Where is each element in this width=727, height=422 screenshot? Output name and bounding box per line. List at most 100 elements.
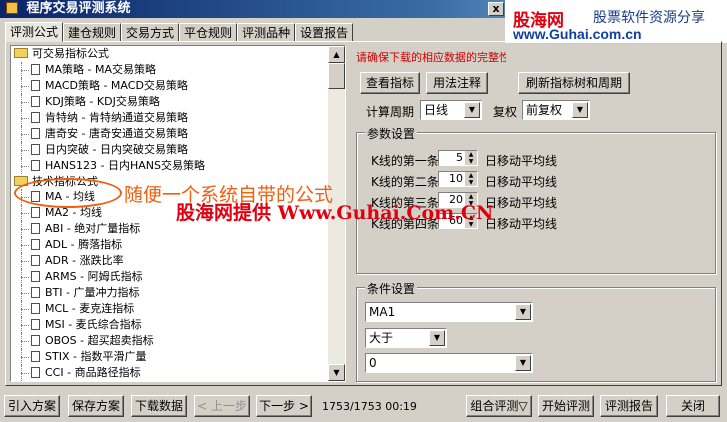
- tree-item-label: KDJ策略 - KDJ交易策略: [45, 94, 160, 108]
- tab-close-rules[interactable]: 平仓规则: [179, 23, 238, 42]
- formula-icon: [31, 366, 40, 378]
- chevron-down-icon: ▼: [515, 355, 531, 371]
- tab-trade-mode[interactable]: 交易方式: [121, 23, 180, 42]
- tree-item[interactable]: 唐奇安 - 唐奇安通道交易策略: [11, 125, 329, 142]
- condition-title: 条件设置: [365, 280, 418, 297]
- chevron-down-icon: ▼: [464, 102, 480, 118]
- tree-item[interactable]: OBOS - 超买超卖指标: [11, 332, 329, 349]
- condition-indicator-value: MA1: [369, 305, 396, 319]
- import-scheme-button[interactable]: 引入方案: [4, 395, 60, 417]
- scroll-up-button[interactable]: ▲: [328, 46, 345, 63]
- chevron-down-icon: ▼: [429, 330, 445, 346]
- tree-item-label: MCL - 麦克连指标: [45, 302, 135, 315]
- tree-item-label: BTI - 广量冲力指标: [45, 286, 140, 300]
- tree-item[interactable]: ADR - 涨跌比率: [11, 253, 329, 270]
- prev-step-button[interactable]: < 上一步: [194, 395, 250, 417]
- chevron-down-icon: ▼: [572, 102, 588, 118]
- formula-icon: [31, 287, 40, 299]
- tree-item[interactable]: CCI - 商品路径指标: [11, 364, 329, 381]
- formula-icon: [31, 271, 40, 283]
- combo-eval-button[interactable]: 组合评测▽: [466, 395, 532, 417]
- tab-open-rules[interactable]: 建仓规则: [63, 23, 122, 42]
- param-label: K线的第一条: [371, 154, 439, 168]
- save-scheme-button[interactable]: 保存方案: [68, 395, 124, 417]
- tree-item-label: MA2 - 均线: [45, 206, 102, 220]
- app-icon: [6, 2, 18, 14]
- tree-item[interactable]: HANS123 - 日内HANS交易策略: [11, 157, 329, 174]
- tree-group[interactable]: 可交易指标公式: [11, 46, 329, 62]
- rights-label: 复权: [493, 105, 518, 119]
- chevron-down-icon: ▼: [515, 304, 531, 320]
- view-indicator-button[interactable]: 查看指标: [360, 72, 420, 94]
- tree-item-label: 唐奇安 - 唐奇安通道交易策略: [45, 126, 188, 140]
- param-spinner[interactable]: 5 ▲ ▼: [438, 150, 478, 166]
- formula-icon: [31, 127, 40, 139]
- tree-item-label: MSI - 麦氏综合指标: [45, 317, 142, 331]
- usage-notes-button[interactable]: 用法注释: [426, 72, 488, 94]
- formula-icon: [31, 159, 40, 171]
- scroll-thumb[interactable]: [328, 63, 345, 89]
- formula-icon: [31, 318, 40, 330]
- start-eval-button[interactable]: 开始评测: [538, 395, 594, 417]
- tree-item[interactable]: 肯特纳 - 肯特纳通道交易策略: [11, 109, 329, 126]
- close-window-button[interactable]: x: [488, 2, 504, 16]
- param-suffix: 日移动平均线: [485, 175, 558, 189]
- formula-icon: [31, 303, 40, 314]
- condition-value-select[interactable]: 0 ▼: [365, 353, 533, 373]
- annotation-circle: [14, 178, 122, 208]
- tree-item[interactable]: ARMS - 阿姆氏指标: [11, 269, 329, 286]
- tree-item-label: MA策略 - MA交易策略: [45, 62, 156, 76]
- spin-arrows-icon[interactable]: ▲ ▼: [465, 151, 477, 165]
- tab-bar: 评测公式 建仓规则 交易方式 平仓规则 评测品种 设置报告: [5, 22, 354, 42]
- tree-item[interactable]: ADL - 腾落指标: [11, 237, 329, 254]
- params-title: 参数设置: [365, 125, 418, 142]
- formula-icon: [31, 255, 40, 267]
- formula-icon: [31, 63, 40, 75]
- tree-item[interactable]: 日内突破 - 日内突破交易策略: [11, 141, 329, 158]
- tree-group-label: 可交易指标公式: [32, 47, 109, 60]
- tree-item[interactable]: STIX - 指数平滑广量: [11, 348, 329, 365]
- tree-item-label: ARMS - 阿姆氏指标: [45, 270, 143, 284]
- tree-item-label: STIX - 指数平滑广量: [45, 349, 147, 363]
- param-suffix: 日移动平均线: [485, 217, 558, 231]
- period-select[interactable]: 日线 ▼: [420, 100, 482, 120]
- condition-operator-value: 大于: [369, 331, 394, 345]
- tab-instruments[interactable]: 评测品种: [237, 23, 296, 42]
- tree-item-label: OBOS - 超买超卖指标: [45, 333, 154, 347]
- close-button[interactable]: 关闭: [666, 395, 720, 417]
- download-data-button[interactable]: 下载数据: [131, 395, 187, 417]
- formula-icon: [31, 143, 40, 155]
- param-spinner[interactable]: 10 ▲ ▼: [438, 171, 478, 187]
- tree-item-label: ADR - 涨跌比率: [45, 254, 124, 268]
- refresh-tree-button[interactable]: 刷新指标树和周期: [518, 72, 630, 94]
- bottom-toolbar: 引入方案 保存方案 下载数据 < 上一步 下一步 > 1753/1753 00:…: [0, 390, 727, 422]
- next-step-button[interactable]: 下一步 >: [256, 395, 312, 417]
- spin-arrows-icon[interactable]: ▲ ▼: [465, 172, 477, 186]
- tree-item[interactable]: MA策略 - MA交易策略: [11, 61, 329, 78]
- formula-icon: [31, 223, 40, 235]
- scroll-down-button[interactable]: ▼: [328, 364, 345, 381]
- tree-item[interactable]: BTI - 广量冲力指标: [11, 285, 329, 301]
- tree-item[interactable]: MACD策略 - MACD交易策略: [11, 77, 329, 94]
- guhai-banner[interactable]: 股海网 股票软件资源分享 www.Guhai.com.cn: [505, 0, 727, 44]
- formula-icon: [31, 239, 40, 251]
- formula-icon: [31, 350, 40, 362]
- eval-report-button[interactable]: 评测报告: [600, 395, 658, 417]
- folder-icon: [14, 48, 28, 58]
- formula-icon: [31, 95, 40, 107]
- window-title: 程序交易评测系统: [26, 1, 131, 16]
- banner-site: www.Guhai.com.cn: [513, 26, 642, 42]
- condition-operator-select[interactable]: 大于 ▼: [365, 328, 447, 348]
- condition-value: 0: [369, 356, 377, 370]
- tree-item[interactable]: MCL - 麦克连指标: [11, 301, 329, 317]
- formula-icon: [31, 207, 40, 219]
- tree-item[interactable]: KDJ策略 - KDJ交易策略: [11, 93, 329, 110]
- tab-formula[interactable]: 评测公式: [5, 22, 64, 42]
- rights-select[interactable]: 前复权 ▼: [522, 100, 590, 120]
- period-value: 日线: [424, 103, 449, 117]
- param-suffix: 日移动平均线: [485, 196, 558, 210]
- condition-indicator-select[interactable]: MA1 ▼: [365, 302, 533, 322]
- tab-report-settings[interactable]: 设置报告: [295, 23, 354, 42]
- data-notice: 请确保下载的相应数据的完整性: [356, 51, 506, 64]
- tree-item[interactable]: MSI - 麦氏综合指标: [11, 316, 329, 333]
